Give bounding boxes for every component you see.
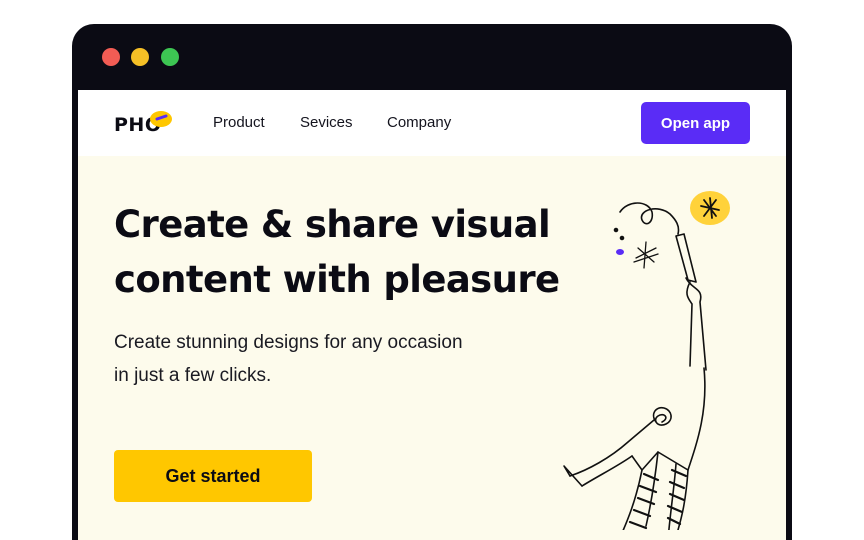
subtext-line-1: Create stunning designs for any occasion (114, 332, 463, 353)
floating-person-illustration (563, 191, 730, 530)
top-navbar: PHO Product Sevices Company Open app (78, 90, 786, 156)
subtext-line-2: in just a few clicks. (114, 365, 272, 386)
window-titlebar (72, 24, 792, 90)
hero-headline: Create & share visual content with pleas… (114, 197, 584, 307)
hero-subtext: Create stunning designs for any occasion… (114, 326, 514, 392)
get-started-button[interactable]: Get started (114, 450, 312, 502)
headline-line-1: Create & share visual (114, 203, 551, 246)
maximize-dot-icon[interactable] (161, 48, 179, 66)
headline-line-2: content with pleasure (114, 258, 560, 301)
minimize-dot-icon[interactable] (131, 48, 149, 66)
nav-link-product[interactable]: Product (213, 114, 265, 131)
close-dot-icon[interactable] (102, 48, 120, 66)
logo-blob-icon (150, 111, 172, 127)
nav-link-services[interactable]: Sevices (300, 114, 353, 131)
browser-window: PHO Product Sevices Company Open app Cre… (72, 24, 792, 540)
nav-link-company[interactable]: Company (387, 114, 451, 131)
landing-page: PHO Product Sevices Company Open app Cre… (78, 90, 786, 540)
open-app-button[interactable]: Open app (641, 102, 750, 144)
